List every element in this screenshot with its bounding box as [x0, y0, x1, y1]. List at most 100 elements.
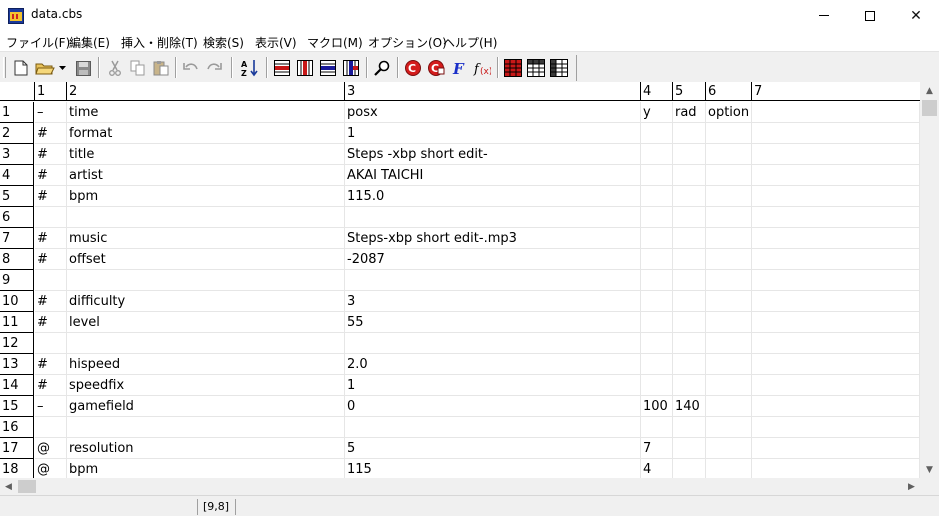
grid-cell[interactable]: AKAI TAICHI — [345, 165, 641, 186]
grid-cell[interactable] — [67, 333, 345, 354]
redo-icon[interactable] — [203, 57, 225, 79]
row-header[interactable]: 13 — [0, 354, 34, 375]
grid-cell[interactable] — [706, 291, 752, 312]
grid-cell[interactable]: 7 — [641, 438, 673, 459]
grid-cell[interactable] — [752, 438, 920, 459]
grid-cell[interactable]: 1 — [345, 123, 641, 144]
grid-cell[interactable] — [673, 228, 706, 249]
grid-cell[interactable] — [673, 312, 706, 333]
row-header[interactable]: 1 — [0, 102, 34, 123]
grid-cell[interactable]: – — [35, 102, 67, 123]
grid-cell[interactable] — [752, 270, 920, 291]
grid-cell[interactable] — [641, 249, 673, 270]
grid-cell[interactable] — [706, 438, 752, 459]
grid-cell[interactable] — [35, 270, 67, 291]
toolbar-grip[interactable] — [3, 57, 6, 78]
grid-cell[interactable] — [641, 312, 673, 333]
grid-cell[interactable]: # — [35, 144, 67, 165]
grid-cell[interactable] — [673, 249, 706, 270]
close-button[interactable]: ✕ — [893, 0, 939, 31]
grid-cell[interactable] — [641, 417, 673, 438]
menu-help[interactable]: ヘルプ(H) — [443, 34, 497, 51]
grid-cell[interactable]: 55 — [345, 312, 641, 333]
grid-cell[interactable] — [641, 354, 673, 375]
grid-cell[interactable]: # — [35, 228, 67, 249]
grid-cell[interactable]: difficulty — [67, 291, 345, 312]
grid-cell[interactable] — [641, 165, 673, 186]
grid-cell[interactable]: bpm — [67, 186, 345, 207]
grid-cell[interactable] — [673, 270, 706, 291]
row-header[interactable]: 4 — [0, 165, 34, 186]
vertical-scrollbar[interactable]: ▲ ▼ — [920, 82, 939, 478]
grid-cell[interactable] — [752, 207, 920, 228]
grid-cell[interactable] — [673, 207, 706, 228]
menu-insert-delete[interactable]: 挿入・削除(T) — [121, 34, 198, 51]
grid-cell[interactable] — [752, 249, 920, 270]
grid-cell[interactable]: music — [67, 228, 345, 249]
open-dropdown-icon[interactable] — [56, 57, 68, 79]
grid-cell[interactable]: gamefield — [67, 396, 345, 417]
grid-cell[interactable]: # — [35, 249, 67, 270]
grid-cell[interactable]: 1 — [345, 375, 641, 396]
new-file-icon[interactable] — [10, 57, 32, 79]
grid-cell[interactable] — [706, 312, 752, 333]
grid-cell[interactable]: time — [67, 102, 345, 123]
scroll-up-icon[interactable]: ▲ — [920, 82, 939, 99]
grid-cell[interactable] — [752, 123, 920, 144]
column-header-7[interactable]: 7 — [752, 82, 920, 101]
grid-cell[interactable]: artist — [67, 165, 345, 186]
grid-cell[interactable]: y — [641, 102, 673, 123]
scroll-down-icon[interactable]: ▼ — [920, 461, 939, 478]
grid-cell[interactable] — [345, 417, 641, 438]
menu-search[interactable]: 検索(S) — [203, 34, 244, 51]
grid-cell[interactable]: 0 — [345, 396, 641, 417]
grid-cell[interactable]: 115 — [345, 459, 641, 478]
row-header[interactable]: 17 — [0, 438, 34, 459]
grid-cell[interactable] — [673, 291, 706, 312]
grid-cell[interactable] — [706, 165, 752, 186]
column-header-6[interactable]: 6 — [706, 82, 752, 101]
grid-cell[interactable] — [706, 228, 752, 249]
corner-header[interactable] — [0, 82, 35, 101]
grid-cell[interactable] — [706, 123, 752, 144]
column-header-4[interactable]: 4 — [641, 82, 673, 101]
grid-cell[interactable]: title — [67, 144, 345, 165]
grid-cell[interactable] — [641, 207, 673, 228]
grid-cell[interactable]: offset — [67, 249, 345, 270]
grid-cell[interactable]: Steps -xbp short edit- — [345, 144, 641, 165]
grid-cell[interactable] — [35, 333, 67, 354]
grid-cell[interactable] — [706, 396, 752, 417]
grid-cell[interactable] — [706, 354, 752, 375]
grid-cell[interactable] — [641, 291, 673, 312]
column-header-1[interactable]: 1 — [35, 82, 67, 101]
grid-cell[interactable]: speedfix — [67, 375, 345, 396]
sort-az-icon[interactable]: AZ — [239, 57, 261, 79]
row-header[interactable]: 12 — [0, 333, 34, 354]
minimize-button[interactable] — [801, 0, 847, 31]
grid-cell[interactable]: 115.0 — [345, 186, 641, 207]
grid-cell[interactable]: posx — [345, 102, 641, 123]
grid-cell[interactable] — [641, 375, 673, 396]
grid-cell[interactable] — [706, 375, 752, 396]
row-header[interactable]: 16 — [0, 417, 34, 438]
grid-cell[interactable]: # — [35, 375, 67, 396]
grid-cell[interactable]: 140 — [673, 396, 706, 417]
grid-cell[interactable] — [752, 165, 920, 186]
function-icon[interactable]: f(x) — [471, 57, 493, 79]
grid-cell[interactable]: level — [67, 312, 345, 333]
grid-cell[interactable]: 3 — [345, 291, 641, 312]
grid-cell[interactable] — [641, 228, 673, 249]
grid-cell[interactable] — [752, 375, 920, 396]
grid-cell[interactable] — [673, 165, 706, 186]
search-icon[interactable] — [371, 57, 393, 79]
grid-cell[interactable]: option — [706, 102, 752, 123]
grid-cell[interactable]: @ — [35, 459, 67, 478]
grid-cell[interactable] — [345, 207, 641, 228]
grid-cell[interactable]: hispeed — [67, 354, 345, 375]
grid-cell[interactable] — [345, 270, 641, 291]
row-header[interactable]: 3 — [0, 144, 34, 165]
row-header[interactable]: 18 — [0, 459, 34, 478]
grid-cell[interactable]: format — [67, 123, 345, 144]
row-header[interactable]: 10 — [0, 291, 34, 312]
grid-cell[interactable] — [35, 207, 67, 228]
